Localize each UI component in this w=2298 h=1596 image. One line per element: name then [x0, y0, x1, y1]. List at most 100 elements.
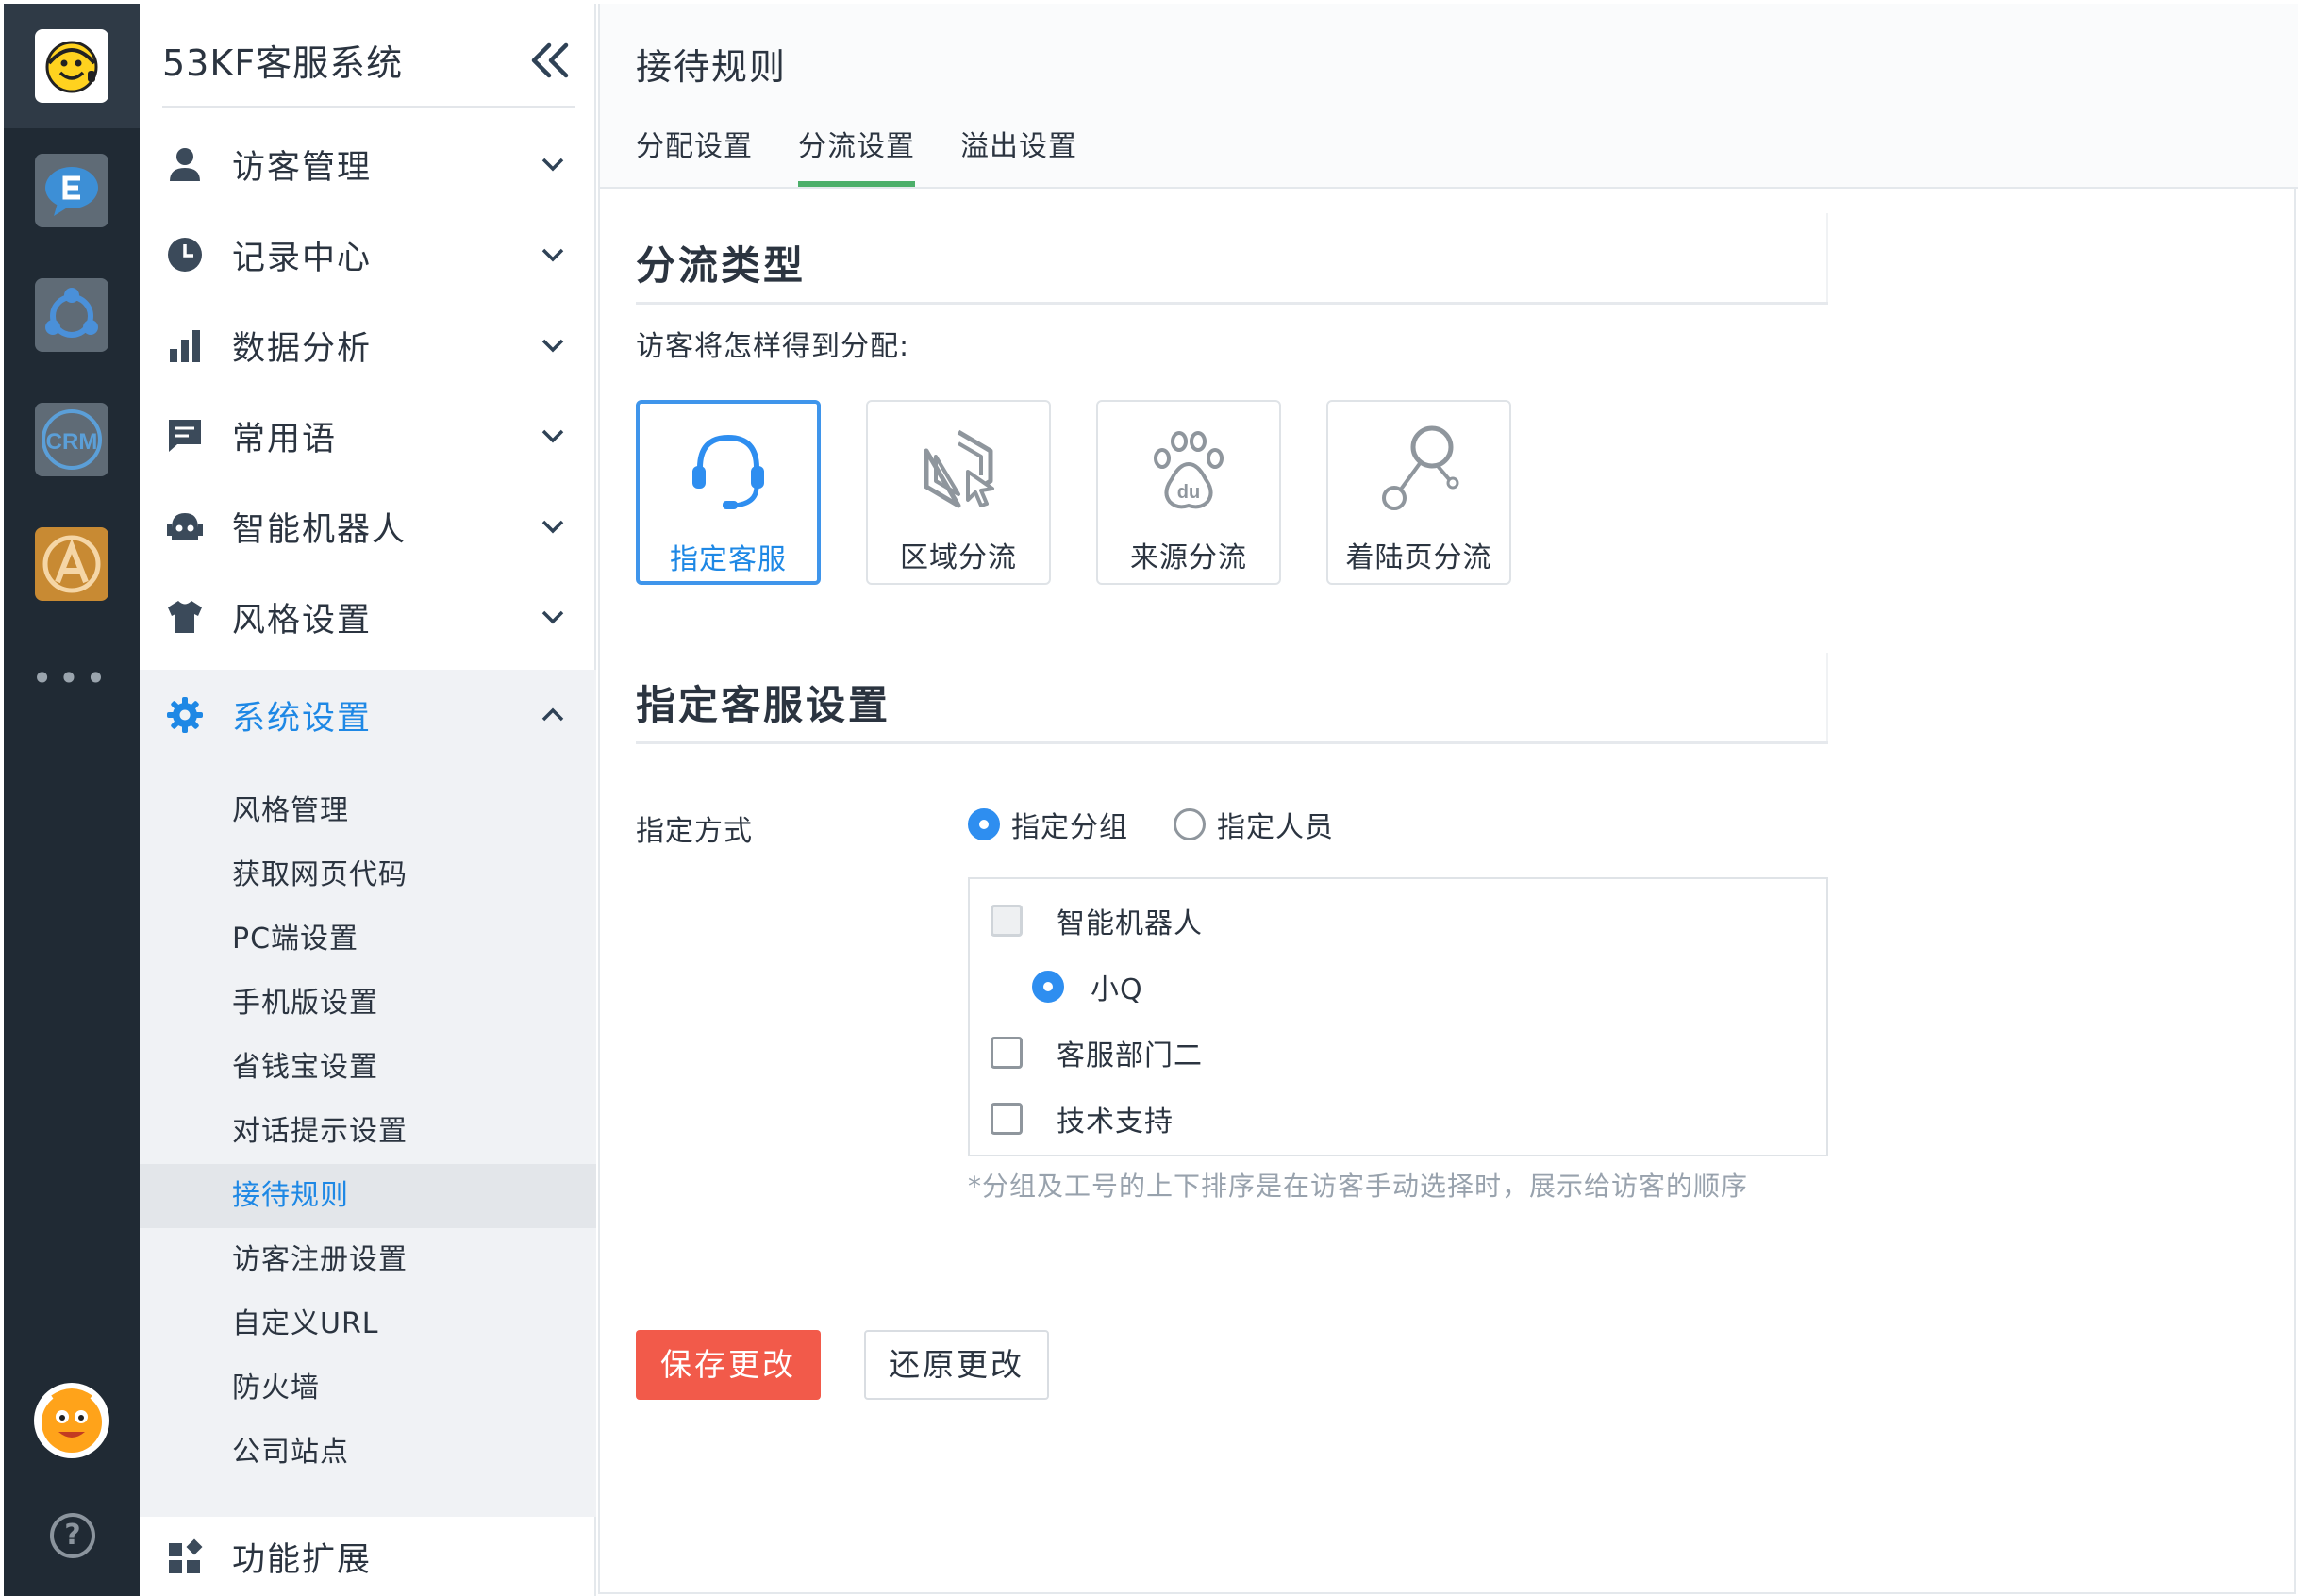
tab-split-settings[interactable]: 分流设置 [798, 123, 915, 164]
assign-method-label: 指定方式 [636, 815, 753, 848]
page-header: 接待规则 分配设置 分流设置 溢出设置 [600, 4, 2298, 189]
submenu-item-custom-url[interactable]: 自定义URL [140, 1292, 596, 1356]
chevron-down-icon [541, 158, 564, 172]
crm-text: CRM [46, 429, 98, 455]
sidebar: 53KF客服系统 访客管理 记录中心 数据分析 常用语 智能机器人 风格设置 系… [140, 4, 596, 1596]
menu-item-robot[interactable]: 智能机器人 [140, 481, 596, 572]
checkbox[interactable] [991, 1103, 1023, 1135]
radio-button-checked[interactable] [1032, 971, 1064, 1003]
tree-item-xiaoq[interactable]: 小Q [1032, 966, 1143, 1007]
tab-assign-settings[interactable]: 分配设置 [636, 123, 753, 164]
radio-button[interactable] [1174, 808, 1206, 840]
submenu-item-reception-rules[interactable]: 接待规则 [140, 1164, 596, 1228]
tree-item-label: 智能机器人 [1057, 907, 1203, 940]
submenu-item-pc-settings[interactable]: PC端设置 [140, 907, 596, 972]
page-title: 接待规则 [636, 46, 788, 88]
group-tree: 智能机器人 小Q 客服部门二 技术支持 [968, 877, 1828, 1156]
rail-app-smiley[interactable] [4, 4, 140, 128]
chat-e-icon [35, 154, 108, 227]
menu-item-label: 智能机器人 [232, 510, 408, 549]
message-icon [169, 420, 201, 452]
menu-item-phrases[interactable]: 常用语 [140, 391, 596, 481]
order-note: *分组及工号的上下排序是在访客手动选择时，展示给访客的顺序 [968, 1171, 1749, 1202]
shirt-icon [168, 601, 202, 633]
submenu-item-saver-settings[interactable]: 省钱宝设置 [140, 1036, 596, 1100]
more-apps-icon[interactable]: ••• [4, 659, 140, 697]
tab-overflow-settings[interactable]: 溢出设置 [960, 123, 1077, 164]
split-type-label: 指定客服 [670, 543, 787, 576]
chevron-up-icon [541, 707, 564, 722]
split-type-card-agent[interactable]: 指定客服 [636, 400, 821, 585]
split-hint: 访客将怎样得到分配: [636, 330, 910, 363]
crm-icon: CRM [35, 403, 108, 476]
rail-app-network[interactable] [4, 253, 140, 377]
app-rail: CRM ••• ? [4, 4, 140, 1596]
bar-chart-icon [170, 330, 200, 362]
menu-item-extensions[interactable]: 功能扩展 [140, 1517, 596, 1596]
split-type-label: 来源分流 [1130, 541, 1247, 574]
menu-item-label: 系统设置 [232, 699, 373, 738]
radio-label: 指定分组 [1011, 811, 1128, 844]
svg-text:du: du [1177, 482, 1200, 503]
collapse-sidebar-icon[interactable] [526, 40, 574, 81]
menu-item-records[interactable]: 记录中心 [140, 209, 596, 300]
menu-item-label: 功能扩展 [232, 1540, 373, 1579]
menu-item-system-settings[interactable]: 系统设置 [140, 670, 596, 760]
menu-item-label: 数据分析 [232, 329, 373, 368]
submenu-item-firewall[interactable]: 防火墙 [140, 1356, 596, 1421]
menu-item-label: 记录中心 [232, 239, 373, 277]
apps-icon [169, 1538, 203, 1573]
submenu-item-style-manage[interactable]: 风格管理 [140, 779, 596, 843]
split-type-label: 着陆页分流 [1345, 541, 1492, 574]
network-icon [35, 278, 108, 352]
split-type-card-region[interactable]: 区域分流 [866, 400, 1051, 585]
checkbox-disabled [991, 905, 1023, 937]
split-type-label: 区域分流 [900, 541, 1017, 574]
submenu-item-get-code[interactable]: 获取网页代码 [140, 843, 596, 907]
section-title-split-type: 分流类型 [636, 242, 807, 289]
radio-assign-person[interactable]: 指定人员 [1174, 804, 1334, 845]
smiley-logo-icon [35, 29, 108, 103]
section-edge [1826, 653, 1828, 743]
menu-item-visitors[interactable]: 访客管理 [140, 119, 596, 209]
section-divider [636, 302, 1828, 305]
submenu-item-dialog-tips[interactable]: 对话提示设置 [140, 1100, 596, 1164]
radio-button-checked[interactable] [968, 808, 1000, 840]
tree-item-dept-two[interactable]: 客服部门二 [991, 1032, 1203, 1073]
main-content: 接待规则 分配设置 分流设置 溢出设置 分流类型 访客将怎样得到分配: 指定客服… [598, 4, 2298, 1594]
split-type-card-landing[interactable]: 着陆页分流 [1326, 400, 1511, 585]
submenu-item-mobile-settings[interactable]: 手机版设置 [140, 972, 596, 1036]
section-edge [1826, 213, 1828, 304]
section-divider [636, 741, 1828, 744]
help-icon[interactable]: ? [50, 1513, 95, 1558]
rail-app-chat[interactable] [4, 128, 140, 253]
system-settings-submenu: 风格管理 获取网页代码 PC端设置 手机版设置 省钱宝设置 对话提示设置 接待规… [140, 760, 596, 1517]
submenu-item-company-sites[interactable]: 公司站点 [140, 1421, 596, 1485]
split-type-card-source[interactable]: du 来源分流 [1096, 400, 1281, 585]
rail-app-crm[interactable]: CRM [4, 377, 140, 502]
radio-assign-group[interactable]: 指定分组 [968, 804, 1128, 845]
brand-divider [162, 106, 575, 108]
save-button[interactable]: 保存更改 [636, 1330, 821, 1400]
menu-item-label: 访客管理 [232, 148, 373, 187]
menu-item-analytics[interactable]: 数据分析 [140, 300, 596, 391]
headset-icon [692, 434, 764, 509]
tree-item-tech-support[interactable]: 技术支持 [991, 1098, 1174, 1139]
section-title-assign-agent: 指定客服设置 [636, 682, 891, 728]
tree-item-robot: 智能机器人 [991, 900, 1203, 941]
chevron-down-icon [541, 429, 564, 443]
chevron-down-icon [541, 339, 564, 353]
tree-item-label: 技术支持 [1057, 1106, 1174, 1139]
brand-title: 53KF客服系统 [162, 42, 404, 84]
submenu-item-visitor-register[interactable]: 访客注册设置 [140, 1228, 596, 1292]
landing-nodes-icon [1382, 425, 1459, 510]
avatar[interactable] [34, 1383, 109, 1458]
clock-icon [168, 238, 202, 272]
checkbox[interactable] [991, 1037, 1023, 1069]
reset-button[interactable]: 还原更改 [864, 1330, 1049, 1400]
chevron-down-icon [541, 610, 564, 624]
chevron-down-icon [541, 248, 564, 262]
chevron-down-icon [541, 520, 564, 534]
menu-item-style[interactable]: 风格设置 [140, 572, 596, 662]
rail-app-a[interactable] [4, 502, 140, 626]
